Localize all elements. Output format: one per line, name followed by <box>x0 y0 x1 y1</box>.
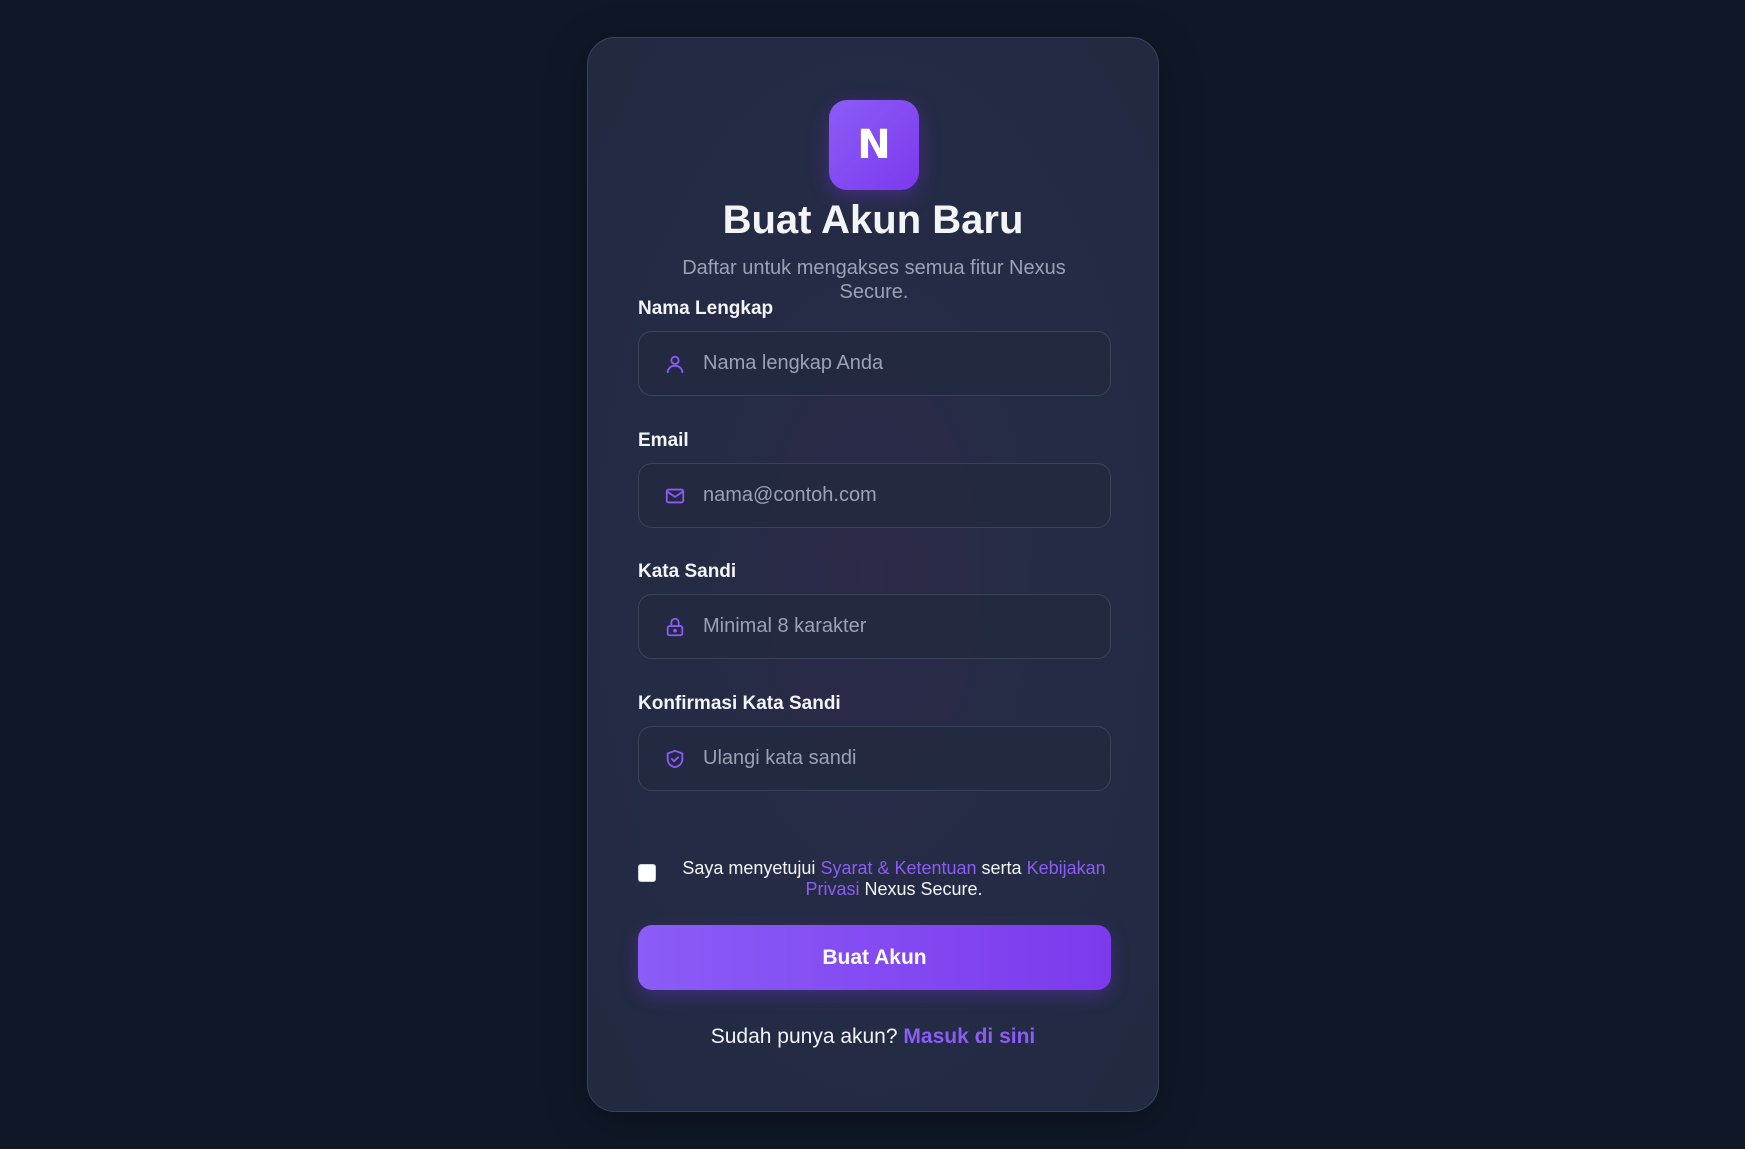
confirm-password-field <box>638 726 1111 791</box>
confirm-password-input[interactable] <box>703 727 1098 790</box>
user-icon <box>666 355 684 374</box>
password-field <box>638 594 1111 659</box>
agreement-suffix: Nexus Secure. <box>859 879 983 899</box>
terms-link[interactable]: Syarat & Ketentuan <box>820 858 976 878</box>
agreement-checkbox[interactable] <box>638 864 656 882</box>
full-name-field <box>638 331 1111 396</box>
email-input[interactable] <box>703 464 1098 527</box>
agreement-middle: serta <box>976 858 1027 878</box>
login-link[interactable]: Masuk di sini <box>903 1025 1035 1048</box>
create-account-button[interactable]: Buat Akun <box>638 925 1111 990</box>
page-title: Buat Akun Baru <box>722 198 1024 242</box>
password-label: Kata Sandi <box>638 561 737 582</box>
full-name-input[interactable] <box>703 332 1098 395</box>
agreement-text: Saya menyetujui Syarat & Ketentuan serta… <box>674 858 1114 900</box>
email-label: Email <box>638 430 689 451</box>
logo-letter: N <box>857 122 891 168</box>
login-prompt: Sudah punya akun? Masuk di sini <box>588 1025 1158 1049</box>
brand-logo: N <box>829 100 919 190</box>
password-input[interactable] <box>703 595 1098 658</box>
register-card: N Buat Akun Baru Daftar untuk mengakses … <box>587 37 1159 1112</box>
confirm-password-label: Konfirmasi Kata Sandi <box>638 693 841 714</box>
lock-icon <box>666 617 684 637</box>
email-field <box>638 463 1111 528</box>
shield-check-icon <box>666 749 684 769</box>
mail-icon <box>665 488 685 504</box>
login-prompt-text: Sudah punya akun? <box>710 1025 904 1048</box>
full-name-label: Nama Lengkap <box>638 298 774 319</box>
agreement-prefix: Saya menyetujui <box>682 858 821 878</box>
page-subtitle: Daftar untuk mengakses semua fitur Nexus… <box>682 257 1066 303</box>
